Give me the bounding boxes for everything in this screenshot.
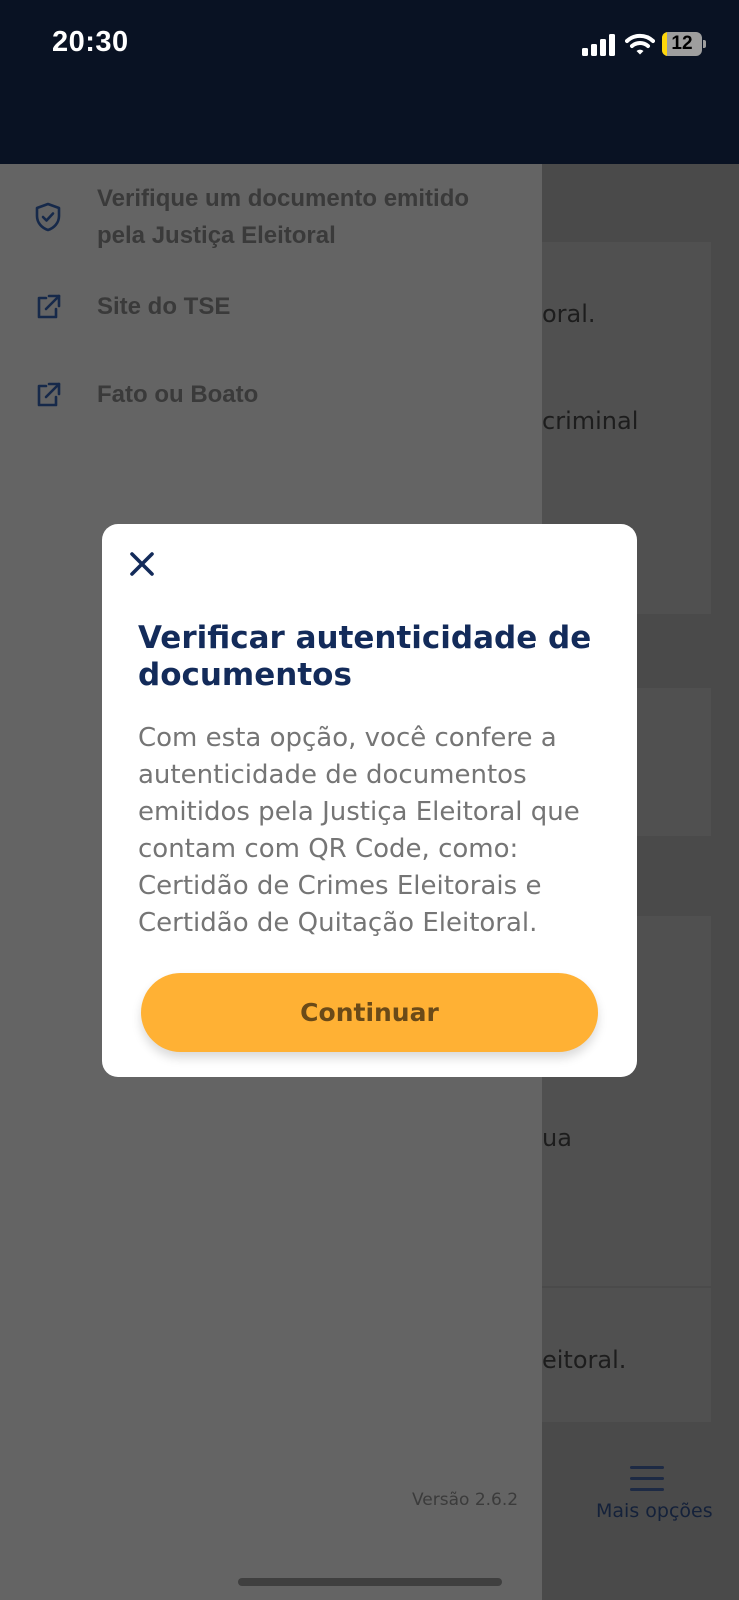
battery-level: 12 [671, 33, 693, 54]
external-link-icon [37, 382, 61, 407]
modal-body: Com esta opção, você confere a autentici… [138, 723, 580, 938]
modal-title: Verificar autenticidade de documentos [138, 620, 592, 693]
shield-check-icon [35, 202, 61, 232]
wifi-icon [625, 33, 655, 55]
drawer-item-verify-document[interactable]: Verifique um documento emitido pela Just… [0, 180, 542, 260]
nav-more-options[interactable]: Mais opções [596, 1500, 713, 1522]
battery-icon: 12 [662, 32, 706, 56]
background-text: ua [542, 1124, 572, 1152]
home-indicator [238, 1578, 502, 1586]
background-text: oral. [542, 300, 596, 328]
status-bar: 20:30 12 [0, 0, 739, 164]
verify-documents-modal: Verificar autenticidade de documentos Co… [102, 524, 637, 1077]
signal-icon [582, 34, 615, 56]
menu-icon[interactable] [630, 1466, 664, 1492]
background-text: eitoral. [542, 1346, 627, 1374]
drawer-item-tse-site[interactable]: Site do TSE [0, 290, 542, 340]
drawer-item-fato-ou-boato[interactable]: Fato ou Boato [0, 378, 542, 428]
drawer-item-label: Site do TSE [97, 293, 231, 320]
app-version: Versão 2.6.2 [412, 1490, 519, 1510]
background-text: criminal [542, 407, 639, 435]
drawer-item-label: Verifique um documento emitido pela Just… [97, 185, 470, 249]
continue-button[interactable]: Continuar [141, 973, 598, 1052]
drawer-item-label: Fato ou Boato [97, 381, 259, 408]
close-icon[interactable] [126, 548, 158, 580]
status-time: 20:30 [52, 26, 129, 58]
external-link-icon [37, 294, 61, 319]
